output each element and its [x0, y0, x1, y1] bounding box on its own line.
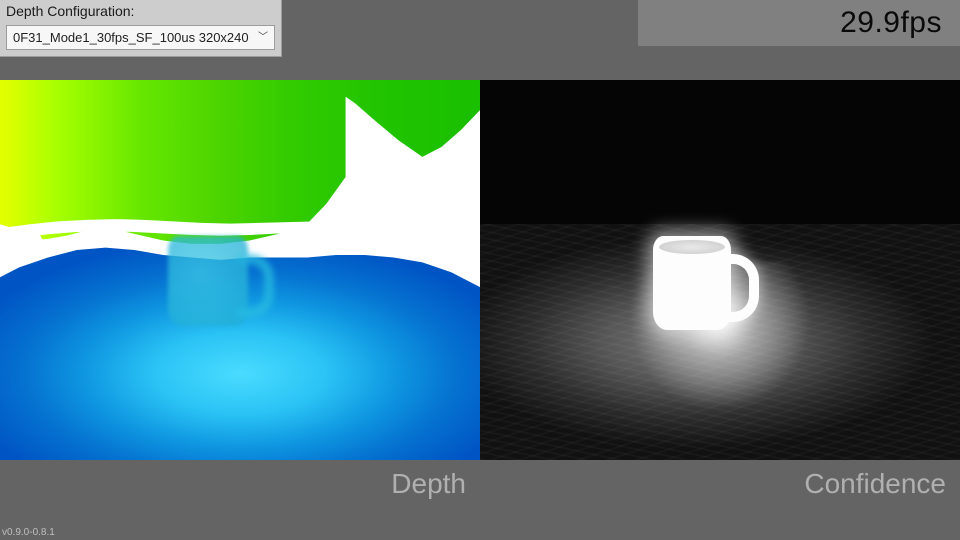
viewport-row — [0, 80, 960, 460]
depth-config-select[interactable]: 0F31_Mode1_30fps_SF_100us 320x240 ﹀ — [6, 25, 275, 50]
depth-view — [0, 80, 480, 460]
depth-config-title: Depth Configuration: — [0, 0, 281, 19]
confidence-mug — [653, 236, 731, 330]
confidence-view — [480, 80, 960, 460]
confidence-label: Confidence — [480, 460, 960, 508]
chevron-down-icon: ﹀ — [258, 33, 268, 43]
fps-readout: 29.9fps — [638, 0, 960, 46]
view-labels-row: Depth Confidence — [0, 460, 960, 508]
version-stamp: v0.9.0-0.8.1 — [2, 527, 55, 538]
depth-label: Depth — [0, 460, 480, 508]
depth-config-selected-value: 0F31_Mode1_30fps_SF_100us 320x240 — [13, 30, 249, 45]
depth-mug — [168, 236, 248, 326]
fps-value: 29.9fps — [840, 6, 942, 40]
depth-config-panel: Depth Configuration: 0F31_Mode1_30fps_SF… — [0, 0, 282, 57]
